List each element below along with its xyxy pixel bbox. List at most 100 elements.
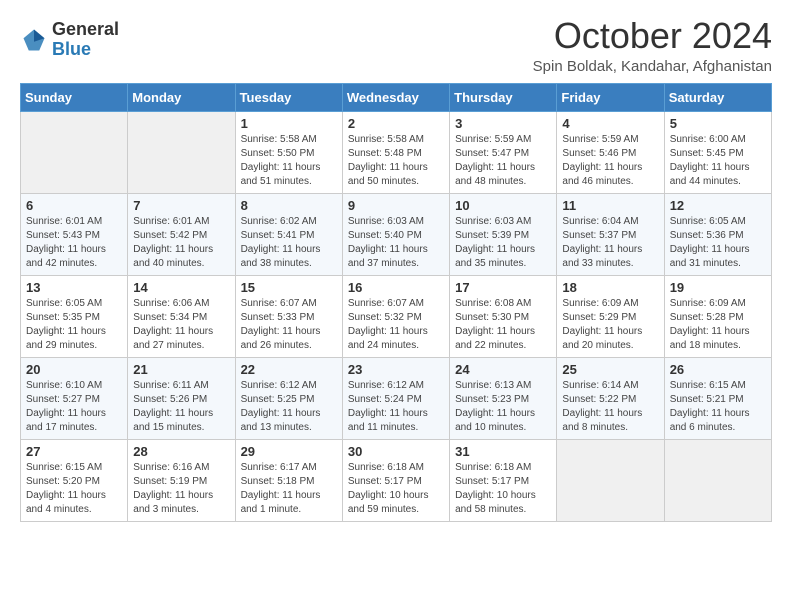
day-number: 14 [133,280,229,295]
header-wednesday: Wednesday [342,83,449,111]
calendar-cell: 9Sunrise: 6:03 AMSunset: 5:40 PMDaylight… [342,193,449,275]
day-info: Sunrise: 6:05 AMSunset: 5:36 PMDaylight:… [670,215,766,271]
day-info: Sunrise: 6:01 AMSunset: 5:43 PMDaylight:… [26,215,122,271]
week-row-1: 1Sunrise: 5:58 AMSunset: 5:50 PMDaylight… [21,111,772,193]
day-number: 4 [562,116,658,131]
calendar-cell: 24Sunrise: 6:13 AMSunset: 5:23 PMDayligh… [450,357,557,439]
day-number: 31 [455,444,551,459]
day-info: Sunrise: 5:59 AMSunset: 5:47 PMDaylight:… [455,133,551,189]
week-row-2: 6 Sunrise: 6:01 AMSunset: 5:43 PMDaylight… [21,193,772,275]
day-info: Sunrise: 6:15 AMSunset: 5:21 PMDaylight:… [670,379,766,435]
day-number: 10 [455,198,551,213]
day-number: 30 [348,444,444,459]
title-block: October 2024 Spin Boldak, Kandahar, Afgh… [533,16,772,75]
page-header: General Blue October 2024 Spin Boldak, K… [20,16,772,75]
calendar-cell: 16 Sunrise: 6:07 AMSunset: 5:32 PMDayligh… [342,275,449,357]
calendar-cell: 30 Sunrise: 6:18 AMSunset: 5:17 PMDayligh… [342,439,449,521]
day-number: 11 [562,198,658,213]
calendar-cell: 18 Sunrise: 6:09 AMSunset: 5:29 PMDayligh… [557,275,664,357]
calendar-cell: 7Sunrise: 6:01 AMSunset: 5:42 PMDaylight… [128,193,235,275]
calendar-cell: 22 Sunrise: 6:12 AMSunset: 5:25 PMDayligh… [235,357,342,439]
day-number: 2 [348,116,444,131]
day-number: 1 [241,116,337,131]
day-info: Sunrise: 6:05 AMSunset: 5:35 PMDaylight:… [26,297,122,353]
day-number: 13 [26,280,122,295]
calendar-cell [128,111,235,193]
header-friday: Friday [557,83,664,111]
day-number: 18 [562,280,658,295]
day-number: 17 [455,280,551,295]
day-number: 22 [241,362,337,377]
calendar-cell: 5 Sunrise: 6:00 AMSunset: 5:45 PMDaylight… [664,111,771,193]
day-number: 16 [348,280,444,295]
calendar-cell: 27 Sunrise: 6:15 AMSunset: 5:20 PMDayligh… [21,439,128,521]
calendar-cell: 6 Sunrise: 6:01 AMSunset: 5:43 PMDaylight… [21,193,128,275]
day-number: 8 [241,198,337,213]
calendar-cell: 20Sunrise: 6:10 AMSunset: 5:27 PMDayligh… [21,357,128,439]
day-number: 25 [562,362,658,377]
header-tuesday: Tuesday [235,83,342,111]
day-info: Sunrise: 6:16 AMSunset: 5:19 PMDaylight:… [133,461,229,517]
logo-icon [20,26,48,54]
day-info: Sunrise: 6:02 AMSunset: 5:41 PMDaylight:… [241,215,337,271]
day-info: Sunrise: 6:14 AMSunset: 5:22 PMDaylight:… [562,379,658,435]
logo-text: General Blue [52,20,119,60]
logo-blue: Blue [52,40,119,60]
day-info: Sunrise: 6:09 AMSunset: 5:28 PMDaylight:… [670,297,766,353]
day-info: Sunrise: 6:12 AMSunset: 5:25 PMDaylight:… [241,379,337,435]
calendar-cell: 25 Sunrise: 6:14 AMSunset: 5:22 PMDayligh… [557,357,664,439]
calendar-cell: 31Sunrise: 6:18 AMSunset: 5:17 PMDayligh… [450,439,557,521]
day-info: Sunrise: 6:18 AMSunset: 5:17 PMDaylight:… [348,461,444,517]
calendar-cell: 28 Sunrise: 6:16 AMSunset: 5:19 PMDayligh… [128,439,235,521]
day-info: Sunrise: 6:15 AMSunset: 5:20 PMDaylight:… [26,461,122,517]
day-number: 29 [241,444,337,459]
day-info: Sunrise: 6:00 AMSunset: 5:45 PMDaylight:… [670,133,766,189]
day-number: 12 [670,198,766,213]
calendar-cell: 12 Sunrise: 6:05 AMSunset: 5:36 PMDayligh… [664,193,771,275]
calendar-cell: 29 Sunrise: 6:17 AMSunset: 5:18 PMDayligh… [235,439,342,521]
week-row-3: 13 Sunrise: 6:05 AMSunset: 5:35 PMDayligh… [21,275,772,357]
day-number: 6 [26,198,122,213]
calendar-cell: 8 Sunrise: 6:02 AMSunset: 5:41 PMDaylight… [235,193,342,275]
header-monday: Monday [128,83,235,111]
day-info: Sunrise: 5:58 AMSunset: 5:48 PMDaylight:… [348,133,444,189]
day-number: 15 [241,280,337,295]
day-info: Sunrise: 6:03 AMSunset: 5:39 PMDaylight:… [455,215,551,271]
day-info: Sunrise: 6:17 AMSunset: 5:18 PMDaylight:… [241,461,337,517]
day-info: Sunrise: 6:04 AMSunset: 5:37 PMDaylight:… [562,215,658,271]
calendar-cell: 21 Sunrise: 6:11 AMSunset: 5:26 PMDayligh… [128,357,235,439]
calendar-cell: 3 Sunrise: 5:59 AMSunset: 5:47 PMDaylight… [450,111,557,193]
calendar-cell: 4Sunrise: 5:59 AMSunset: 5:46 PMDaylight… [557,111,664,193]
day-info: Sunrise: 6:03 AMSunset: 5:40 PMDaylight:… [348,215,444,271]
day-number: 27 [26,444,122,459]
day-info: Sunrise: 6:10 AMSunset: 5:27 PMDaylight:… [26,379,122,435]
calendar-cell: 13 Sunrise: 6:05 AMSunset: 5:35 PMDayligh… [21,275,128,357]
day-number: 19 [670,280,766,295]
day-info: Sunrise: 6:11 AMSunset: 5:26 PMDaylight:… [133,379,229,435]
day-info: Sunrise: 6:08 AMSunset: 5:30 PMDaylight:… [455,297,551,353]
header-row: SundayMondayTuesdayWednesdayThursdayFrid… [21,83,772,111]
week-row-5: 27 Sunrise: 6:15 AMSunset: 5:20 PMDayligh… [21,439,772,521]
calendar-header: SundayMondayTuesdayWednesdayThursdayFrid… [21,83,772,111]
calendar-cell: 26 Sunrise: 6:15 AMSunset: 5:21 PMDayligh… [664,357,771,439]
calendar-cell: 1Sunrise: 5:58 AMSunset: 5:50 PMDaylight… [235,111,342,193]
calendar-cell: 17 Sunrise: 6:08 AMSunset: 5:30 PMDayligh… [450,275,557,357]
week-row-4: 20Sunrise: 6:10 AMSunset: 5:27 PMDayligh… [21,357,772,439]
logo: General Blue [20,20,119,60]
day-number: 28 [133,444,229,459]
calendar-cell [664,439,771,521]
day-info: Sunrise: 6:09 AMSunset: 5:29 PMDaylight:… [562,297,658,353]
calendar-cell: 10 Sunrise: 6:03 AMSunset: 5:39 PMDayligh… [450,193,557,275]
calendar-cell: 19 Sunrise: 6:09 AMSunset: 5:28 PMDayligh… [664,275,771,357]
location: Spin Boldak, Kandahar, Afghanistan [533,58,772,75]
day-number: 26 [670,362,766,377]
calendar-cell [21,111,128,193]
day-info: Sunrise: 6:01 AMSunset: 5:42 PMDaylight:… [133,215,229,271]
day-number: 21 [133,362,229,377]
day-info: Sunrise: 6:07 AMSunset: 5:32 PMDaylight:… [348,297,444,353]
calendar-table: SundayMondayTuesdayWednesdayThursdayFrid… [20,83,772,522]
calendar-cell: 23Sunrise: 6:12 AMSunset: 5:24 PMDayligh… [342,357,449,439]
day-number: 3 [455,116,551,131]
calendar-cell: 14Sunrise: 6:06 AMSunset: 5:34 PMDayligh… [128,275,235,357]
day-number: 5 [670,116,766,131]
